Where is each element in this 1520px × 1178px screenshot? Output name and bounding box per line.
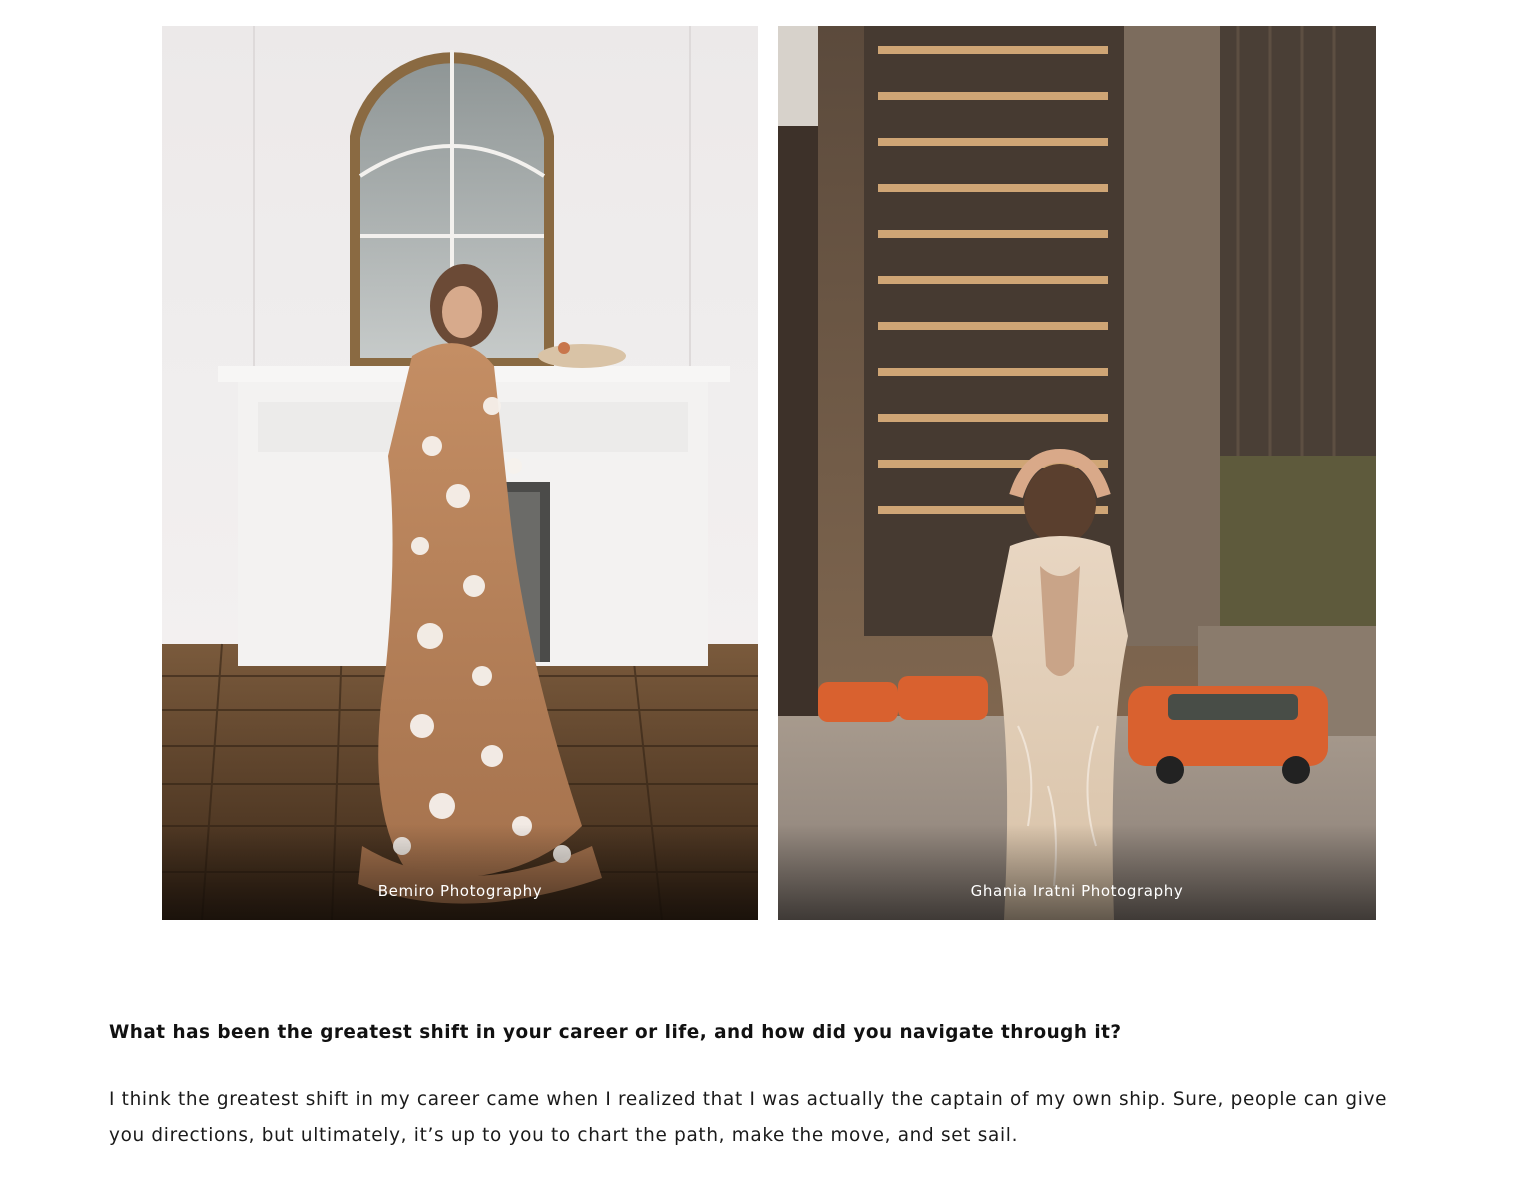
photo-credit-caption: Ghania Iratni Photography — [970, 882, 1184, 900]
bride-city-street-image — [778, 26, 1376, 920]
interview-answer: I think the greatest shift in my career … — [109, 1089, 1388, 1146]
interview-article: What has been the greatest shift in your… — [109, 1018, 1399, 1154]
photo-credit-caption: Bemiro Photography — [377, 882, 543, 900]
interview-question: What has been the greatest shift in your… — [109, 1022, 1122, 1043]
bride-fireplace-image — [162, 26, 758, 920]
photo-gallery: Bemiro Photography Ghania Iratni Photogr… — [162, 26, 1376, 920]
gallery-photo-bemiro[interactable]: Bemiro Photography — [162, 26, 758, 920]
gallery-photo-ghania-iratni[interactable]: Ghania Iratni Photography — [778, 26, 1376, 920]
